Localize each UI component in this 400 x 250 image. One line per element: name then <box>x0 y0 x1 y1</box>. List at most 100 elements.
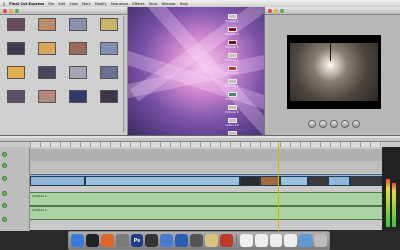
photoshop-icon[interactable]: Ps <box>130 234 144 247</box>
app-menu[interactable]: Final Cut Express <box>9 2 44 6</box>
menu-tools[interactable]: Tools <box>149 2 158 6</box>
video-clip[interactable] <box>85 176 240 186</box>
clip-item[interactable] <box>37 90 57 113</box>
clip-item[interactable] <box>6 18 26 41</box>
dashboard-icon[interactable] <box>85 234 99 247</box>
track-visibility-toggle[interactable] <box>2 191 7 196</box>
clip-thumbnail[interactable] <box>7 90 25 103</box>
menu-sequence[interactable]: Sequence <box>111 2 129 6</box>
desktop-file-item[interactable]: Picture 2 <box>225 27 239 36</box>
final-cut-icon[interactable] <box>145 234 159 247</box>
desktop-file-item[interactable]: Picture 3 <box>225 40 239 49</box>
previous-edit-button[interactable] <box>308 120 316 128</box>
doc-2-icon[interactable] <box>254 234 268 247</box>
trash-icon[interactable] <box>314 234 328 247</box>
clip-thumbnail[interactable] <box>69 18 87 31</box>
itunes-icon[interactable] <box>160 234 174 247</box>
video-track-empty[interactable] <box>30 149 382 161</box>
video-clip[interactable] <box>308 176 328 186</box>
audio-track-1[interactable]: Untitled 1 <box>30 192 382 206</box>
menu-effects[interactable]: Effects <box>132 2 144 6</box>
clip-item[interactable] <box>99 90 119 113</box>
clip-item[interactable] <box>6 66 26 89</box>
app-red-icon[interactable] <box>219 234 233 247</box>
clip-item[interactable] <box>68 42 88 65</box>
video-track[interactable] <box>30 174 382 186</box>
clip-thumbnail[interactable] <box>7 66 25 79</box>
clip-item[interactable] <box>37 42 57 65</box>
desktop-file-item[interactable]: Picture 1 <box>225 14 239 23</box>
minimize-button[interactable] <box>274 8 278 13</box>
desktop-file-item[interactable]: Picture 5 <box>225 66 239 75</box>
chess-icon[interactable] <box>190 234 203 247</box>
clip-thumbnail[interactable] <box>69 90 87 103</box>
doc-3-icon[interactable] <box>269 234 283 247</box>
finder-icon[interactable] <box>70 234 84 247</box>
play-around-button[interactable] <box>341 120 349 128</box>
play-in-out-button[interactable] <box>319 120 327 128</box>
clip-thumbnail[interactable] <box>100 90 118 103</box>
clip-item[interactable] <box>68 66 88 89</box>
video-clip[interactable] <box>280 176 308 186</box>
minimize-button[interactable] <box>9 8 13 13</box>
clip-thumbnail[interactable] <box>38 90 56 103</box>
clip-thumbnail[interactable] <box>7 42 25 55</box>
menu-view[interactable]: View <box>69 2 78 6</box>
desktop-file-item[interactable]: Picture 6 <box>225 79 239 88</box>
desktop-file-item[interactable]: Picture 4 <box>225 53 239 62</box>
clip-thumbnail[interactable] <box>69 42 87 55</box>
track-visibility-toggle[interactable] <box>2 176 7 181</box>
zoom-button[interactable] <box>15 8 19 13</box>
video-clip[interactable] <box>350 176 382 186</box>
clip-thumbnail[interactable] <box>38 66 56 79</box>
clip-item[interactable] <box>99 66 119 89</box>
downloads-icon[interactable] <box>299 234 313 247</box>
clip-item[interactable] <box>68 90 88 113</box>
menu-edit[interactable]: Edit <box>58 2 65 6</box>
preview-icon[interactable] <box>204 234 218 247</box>
doc-4-icon[interactable] <box>284 234 298 247</box>
clip-thumbnail[interactable] <box>7 18 25 31</box>
menu-file[interactable]: File <box>48 2 54 6</box>
desktop-file-item[interactable]: Picture 7 <box>225 92 239 101</box>
clip-item[interactable] <box>6 42 26 65</box>
zoom-button[interactable] <box>280 8 284 13</box>
clip-thumbnail[interactable] <box>100 18 118 31</box>
video-track-empty[interactable] <box>30 161 382 173</box>
clip-thumbnail[interactable] <box>100 66 118 79</box>
close-button[interactable] <box>268 8 272 13</box>
video-clip[interactable] <box>240 176 260 186</box>
menu-window[interactable]: Window <box>161 2 175 6</box>
video-clip[interactable] <box>260 176 280 186</box>
system-preferences-icon[interactable] <box>115 234 129 247</box>
menu-mark[interactable]: Mark <box>82 2 91 6</box>
clip-item[interactable] <box>37 18 57 41</box>
desktop-file-item[interactable]: Video 10 <box>225 118 239 127</box>
clip-item[interactable] <box>6 90 26 113</box>
clip-item[interactable] <box>99 42 119 65</box>
playhead[interactable] <box>278 142 279 231</box>
doc-1-icon[interactable] <box>239 234 253 247</box>
clip-item[interactable] <box>68 18 88 41</box>
play-button[interactable] <box>330 120 338 128</box>
track-visibility-toggle[interactable] <box>2 217 7 222</box>
clip-thumbnail[interactable] <box>38 18 56 31</box>
clip-item[interactable] <box>37 66 57 89</box>
track-visibility-toggle[interactable] <box>2 163 7 168</box>
next-edit-button[interactable] <box>352 120 360 128</box>
clip-thumbnail[interactable] <box>69 66 87 79</box>
clip-thumbnail[interactable] <box>38 42 56 55</box>
video-clip[interactable] <box>30 176 85 186</box>
video-clip[interactable] <box>328 176 350 186</box>
track-visibility-toggle[interactable] <box>2 152 7 157</box>
close-button[interactable] <box>3 8 7 13</box>
apple-icon[interactable]:  <box>3 2 5 6</box>
firefox-icon[interactable] <box>100 234 114 247</box>
track-visibility-toggle[interactable] <box>2 203 7 208</box>
audio-track-2[interactable]: Untitled 1 <box>30 206 382 220</box>
menu-help[interactable]: Help <box>180 2 188 6</box>
clip-item[interactable] <box>99 18 119 41</box>
menu-modify[interactable]: Modify <box>95 2 107 6</box>
quicktime-icon[interactable] <box>175 234 189 247</box>
browser-scrollbar[interactable] <box>123 16 126 132</box>
